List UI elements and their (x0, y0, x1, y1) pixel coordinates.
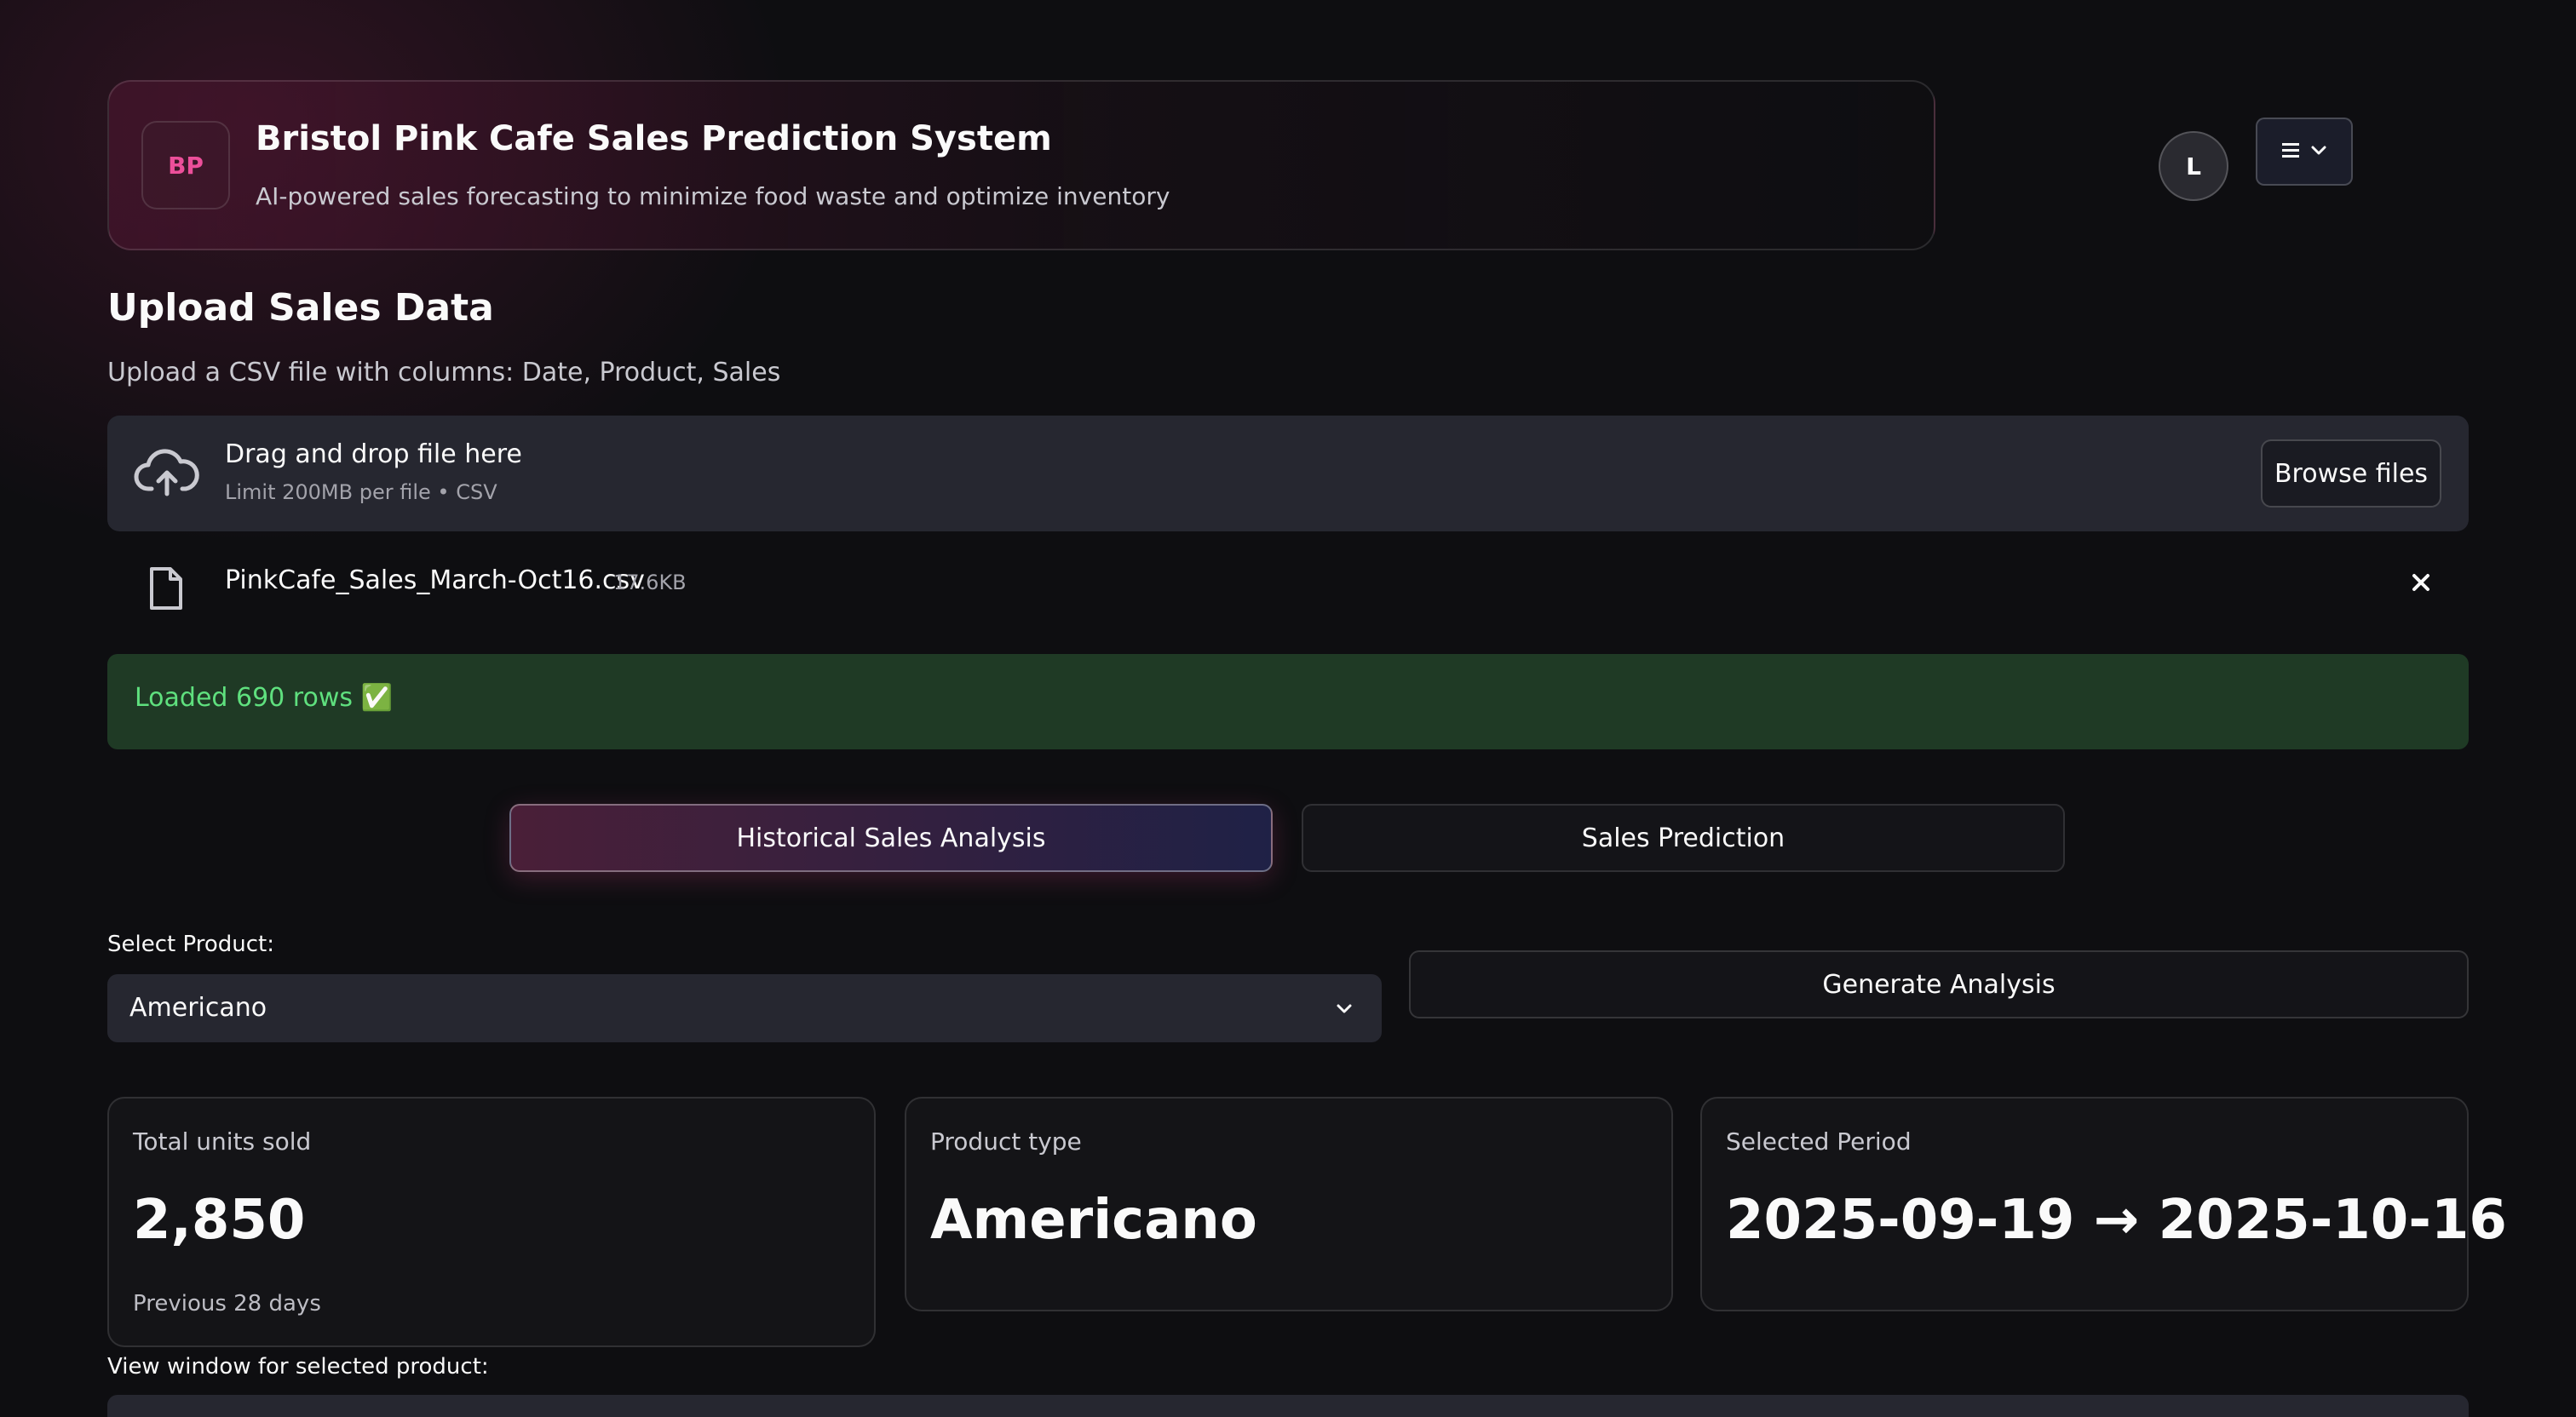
app-header: BP Bristol Pink Cafe Sales Prediction Sy… (107, 80, 1935, 250)
success-alert: Loaded 690 rows ✅ (107, 654, 2469, 749)
metric-total-units: Total units sold 2,850 Previous 28 days (107, 1097, 876, 1347)
metric-label: Product type (930, 1127, 1082, 1156)
dropzone-title: Drag and drop file here (225, 439, 522, 469)
browse-files-button[interactable]: Browse files (2261, 439, 2441, 508)
file-dropzone[interactable]: Drag and drop file here Limit 200MB per … (107, 416, 2469, 531)
upload-heading: Upload Sales Data (107, 286, 494, 330)
user-avatar[interactable]: L (2159, 131, 2228, 201)
tab-sales-prediction[interactable]: Sales Prediction (1302, 804, 2065, 872)
alert-text: Loaded 690 rows ✅ (135, 683, 393, 713)
main-menu-button[interactable] (2256, 118, 2353, 186)
uploaded-file: PinkCafe_Sales_March-Oct16.csv 17.6KB (107, 554, 2469, 622)
hamburger-icon (2280, 141, 2301, 163)
file-name: PinkCafe_Sales_March-Oct16.csv (225, 565, 645, 595)
selected-product: Americano (129, 993, 267, 1023)
metric-footnote: Previous 28 days (133, 1291, 321, 1317)
close-icon[interactable] (2404, 565, 2438, 603)
metric-value: Americano (930, 1189, 1257, 1252)
metric-selected-period: Selected Period 2025-09-19 → 2025-10-16 (1700, 1097, 2507, 1311)
upload-description: Upload a CSV file with columns: Date, Pr… (107, 358, 781, 387)
generate-analysis-button[interactable]: Generate Analysis (1409, 950, 2469, 1018)
app-title: Bristol Pink Cafe Sales Prediction Syste… (256, 119, 1052, 158)
metric-product-type: Product type Americano (905, 1097, 1673, 1311)
metric-value: 2,850 (133, 1189, 306, 1252)
view-window-label: View window for selected product: (107, 1354, 489, 1380)
view-window-select[interactable] (107, 1395, 2469, 1417)
metric-label: Total units sold (133, 1127, 312, 1156)
dropzone-limit: Limit 200MB per file • CSV (225, 480, 497, 504)
file-size: 17.6KB (613, 571, 687, 594)
logo: BP (141, 121, 230, 209)
file-icon (147, 565, 184, 615)
metric-label: Selected Period (1726, 1127, 1912, 1156)
chevron-down-icon (2309, 141, 2328, 163)
select-product-label: Select Product: (107, 932, 274, 957)
app-subtitle: AI-powered sales forecasting to minimize… (256, 182, 1170, 210)
tab-historical-sales-analysis[interactable]: Historical Sales Analysis (509, 804, 1273, 872)
cloud-upload-icon (133, 446, 201, 504)
product-select[interactable]: Americano (107, 974, 1382, 1042)
metric-value: 2025-09-19 → 2025-10-16 (1726, 1189, 2507, 1252)
chevron-down-icon (1334, 998, 1354, 1022)
